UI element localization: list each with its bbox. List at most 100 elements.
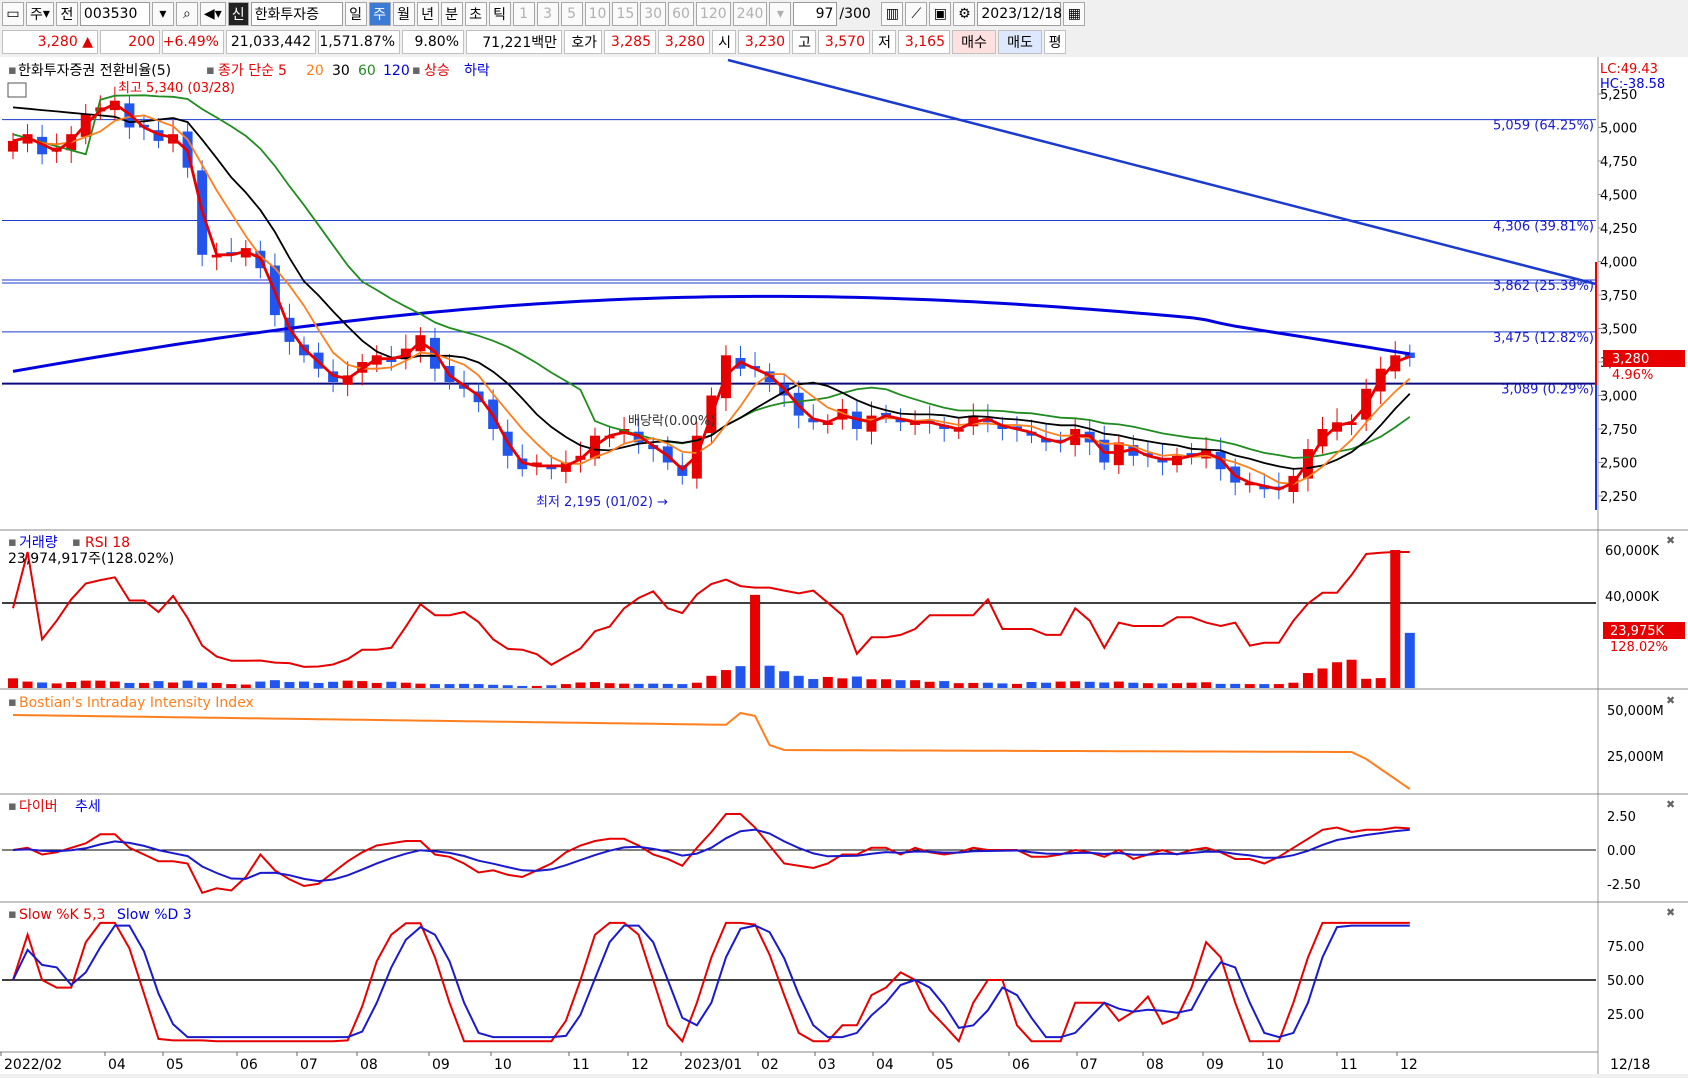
fib-label: 5,059 (64.25%) [1493, 119, 1594, 134]
legend-square-icon: ▪ [8, 799, 17, 814]
x-label: 08 [360, 1057, 378, 1073]
close-icon[interactable]: ✖ [1666, 534, 1675, 547]
interval-60[interactable]: 60 [668, 2, 694, 26]
volume-bar [386, 681, 397, 688]
change-pct: +6.49% [162, 30, 224, 54]
count-total: /300 [839, 6, 871, 22]
interval-5[interactable]: 5 [560, 2, 583, 26]
volume-bar [750, 594, 761, 688]
x-label: 04 [876, 1057, 894, 1073]
close-icon[interactable]: ✖ [1666, 798, 1675, 811]
interval-240[interactable]: 240 [732, 2, 768, 26]
diver-line [12, 813, 1410, 895]
legend-up: 상승 [424, 63, 450, 79]
eval-button[interactable]: 평 [1044, 30, 1066, 54]
fib-label: 3,862 (25.39%) [1493, 279, 1594, 294]
slowk-legend: Slow %K 5,3 [19, 907, 105, 923]
layout-icon[interactable]: ▭ [2, 2, 24, 26]
code-dropdown-icon[interactable]: ▾ [151, 2, 174, 26]
vol-legend: 거래량 [19, 535, 58, 551]
search-icon[interactable]: ⌕ [175, 2, 198, 26]
candle-icon[interactable]: ▥ [881, 2, 904, 26]
close-icon[interactable]: ✖ [1666, 906, 1675, 919]
bidask-label: 호가 [564, 30, 602, 54]
volume-bar [953, 683, 964, 688]
volume-bar [1375, 678, 1386, 688]
interval-15[interactable]: 15 [612, 2, 639, 26]
legend-square-icon: ▪ [412, 63, 421, 78]
volume-bar [357, 681, 368, 688]
tab-year[interactable]: 년 [416, 2, 439, 26]
y-tick: 25.00 [1607, 1008, 1644, 1023]
x-label: 2022/02 [4, 1057, 62, 1073]
interval-1[interactable]: 1 [512, 2, 535, 26]
x-label: 06 [1012, 1057, 1030, 1073]
volume-bar [560, 684, 571, 688]
volume-bar [1390, 550, 1401, 688]
period-dropdown[interactable]: 주 ▾ [26, 2, 54, 26]
tab-tick[interactable]: 틱 [488, 2, 511, 26]
save-icon[interactable]: ▣ [929, 2, 952, 26]
trade-amount: 71,221백만 [466, 30, 562, 54]
x-label: 03 [818, 1057, 836, 1073]
legend-square-icon: ▪ [8, 535, 17, 550]
turnover: 9.80% [402, 30, 464, 54]
date-input[interactable]: 2023/12/18 [977, 2, 1062, 26]
y-tick: 75.00 [1607, 940, 1644, 955]
prev-button[interactable]: 전 [55, 2, 78, 26]
volume-bar [415, 683, 426, 688]
volume-bar [459, 683, 470, 688]
volume-bar [604, 683, 615, 688]
x-label: 05 [166, 1057, 184, 1073]
volume-bar [168, 682, 179, 688]
draw-icon[interactable]: ⟋ [905, 2, 928, 26]
legend-square-icon: ▪ [206, 63, 215, 78]
volume-bar [226, 684, 237, 688]
interval-dropdown-icon[interactable]: ▾ [769, 2, 792, 26]
volume-bar [793, 675, 804, 688]
tab-month[interactable]: 월 [392, 2, 415, 26]
x-label: 08 [1146, 1057, 1164, 1073]
open-label: 시 [712, 30, 736, 54]
calendar-icon[interactable]: ▦ [1063, 2, 1086, 26]
volume-bar [575, 682, 586, 688]
tab-day[interactable]: 일 [344, 2, 367, 26]
stock-code-input[interactable]: 003530 [79, 2, 150, 26]
interval-30[interactable]: 30 [640, 2, 667, 26]
high-label: 고 [792, 30, 816, 54]
legend-square-icon: ▪ [72, 535, 81, 550]
y-tick: 2.50 [1607, 810, 1636, 825]
volume-bar [8, 678, 18, 688]
y-tick: 50,000M [1607, 704, 1664, 719]
volume-bar [269, 680, 280, 688]
count-input[interactable]: 97 [793, 2, 838, 26]
volume-bar [1317, 668, 1328, 688]
diver-panel: 2.50 0.00 -2.50 [2, 810, 1641, 895]
volume-bar [371, 682, 382, 688]
fib-label: 3,089 (0.29%) [1501, 383, 1594, 398]
trend-legend: 추세 [75, 799, 101, 815]
close-icon[interactable]: ✖ [1666, 694, 1675, 707]
x-label: 07 [300, 1057, 318, 1073]
sell-button[interactable]: 매도 [998, 30, 1042, 54]
grid-toggle-icon[interactable] [7, 82, 27, 98]
volume-bar [342, 680, 353, 688]
volume-bar [95, 680, 106, 688]
tab-week[interactable]: 주 [368, 2, 391, 26]
interval-10[interactable]: 10 [584, 2, 611, 26]
x-label: 2023/01 [684, 1057, 742, 1073]
interval-3[interactable]: 3 [536, 2, 559, 26]
trend-line-diver [12, 828, 1410, 883]
volume-bar [299, 681, 309, 688]
y-tick: 4,250 [1600, 222, 1637, 237]
buy-button[interactable]: 매수 [952, 30, 996, 54]
volume-bar [473, 684, 484, 688]
vol-tag-pct: 128.02% [1610, 640, 1668, 655]
speaker-icon[interactable]: ◀▾ [199, 2, 226, 26]
legend-ma5: 5 [278, 63, 287, 79]
tab-second[interactable]: 초 [464, 2, 487, 26]
volume-bar [851, 676, 862, 688]
interval-120[interactable]: 120 [695, 2, 731, 26]
gear-icon[interactable]: ⚙ [953, 2, 976, 26]
tab-minute[interactable]: 분 [440, 2, 463, 26]
